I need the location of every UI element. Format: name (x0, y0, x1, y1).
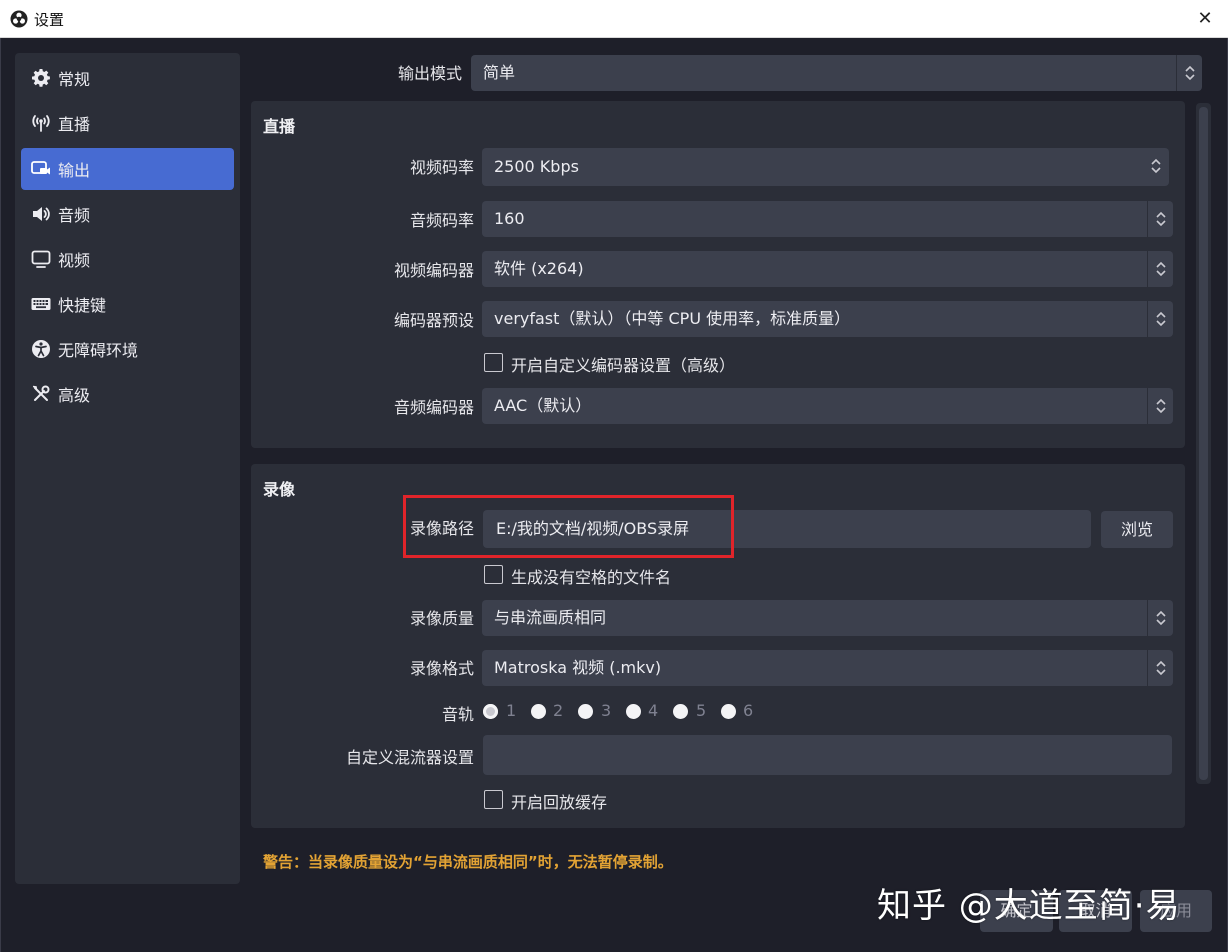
track-radio-1[interactable] (483, 704, 498, 719)
sidebar-item-accessibility[interactable]: 无障碍环境 (21, 328, 234, 370)
sidebar-item-label: 输出 (58, 161, 91, 180)
keyboard-icon (31, 298, 51, 310)
watermark-text: 知乎 @大道至简·易 (877, 886, 1181, 926)
recording-quality-value: 与串流画质相同 (494, 608, 607, 627)
encoder-preset-select[interactable]: veryfast（默认）（中等 CPU 使用率，标准质量） (482, 301, 1173, 337)
recording-format-select[interactable]: Matroska 视频 (.mkv) (482, 650, 1173, 686)
video-encoder-value: 软件 (x264) (494, 259, 584, 278)
video-bitrate-label: 视频码率 (409, 158, 474, 177)
speaker-icon (33, 207, 50, 221)
output-mode-label: 输出模式 (397, 64, 462, 83)
sidebar-item-general[interactable]: 常规 (21, 57, 234, 99)
monitor-icon (31, 250, 51, 268)
sidebar-item-label: 常规 (58, 70, 91, 89)
sidebar-item-label: 视频 (58, 251, 91, 270)
output-mode-value: 简单 (483, 63, 516, 82)
gear-icon (32, 69, 50, 87)
updown-arrows-icon (1147, 201, 1173, 237)
sidebar-item-video[interactable]: 视频 (21, 238, 234, 280)
recording-quality-select[interactable]: 与串流画质相同 (482, 600, 1173, 636)
custom-muxer-label: 自定义混流器设置 (345, 748, 474, 767)
vertical-scrollbar[interactable] (1196, 103, 1211, 784)
track-radio-6[interactable] (721, 704, 736, 719)
updown-arrows-icon (1147, 600, 1173, 636)
sidebar-item-label: 直播 (58, 115, 91, 134)
audio-bitrate-select[interactable]: 160 (482, 201, 1173, 237)
close-icon[interactable]: ✕ (1192, 6, 1218, 32)
track-number: 5 (696, 701, 707, 720)
sidebar-item-label: 音频 (58, 206, 91, 225)
updown-arrows-icon (1147, 650, 1173, 686)
replay-buffer-label: 开启回放缓存 (511, 793, 608, 812)
spinbox-arrows-icon[interactable] (1143, 148, 1169, 186)
video-encoder-select[interactable]: 软件 (x264) (482, 251, 1173, 287)
custom-muxer-field[interactable] (483, 735, 1172, 775)
custom-encoder-checkbox-label: 开启自定义编码器设置（高级） (511, 356, 736, 375)
audio-encoder-label: 音频编码器 (393, 398, 474, 417)
recording-format-value: Matroska 视频 (.mkv) (494, 658, 662, 677)
updown-arrows-icon (1147, 251, 1173, 287)
replay-buffer-checkbox[interactable] (484, 790, 503, 809)
sidebar-item-stream[interactable]: 直播 (21, 102, 234, 144)
sidebar-item-output[interactable]: 输出 (21, 148, 234, 190)
updown-arrows-icon (1147, 388, 1173, 424)
updown-arrows-icon (1147, 301, 1173, 337)
video-bitrate-spinbox[interactable]: 2500 Kbps (482, 148, 1169, 186)
custom-encoder-checkbox[interactable] (484, 353, 503, 372)
scrollbar-thumb[interactable] (1199, 107, 1208, 780)
audio-encoder-value: AAC（默认） (494, 396, 592, 415)
audio-bitrate-value: 160 (494, 209, 525, 228)
output-mode-select[interactable]: 简单 (471, 55, 1202, 91)
recording-format-label: 录像格式 (409, 659, 474, 678)
track-radio-2[interactable] (531, 704, 546, 719)
track-radio-4[interactable] (626, 704, 641, 719)
track-radio-3[interactable] (578, 704, 593, 719)
no-space-filename-checkbox[interactable] (484, 565, 503, 584)
audio-track-label: 音轨 (441, 705, 474, 724)
sidebar-item-audio[interactable]: 音频 (21, 193, 234, 235)
track-number: 2 (553, 701, 564, 720)
tools-icon (32, 385, 50, 401)
accessibility-icon (32, 340, 50, 358)
video-bitrate-value: 2500 Kbps (494, 157, 579, 176)
output-icon (31, 161, 50, 175)
no-space-filename-label: 生成没有空格的文件名 (511, 568, 672, 587)
streaming-group-title: 直播 (263, 117, 296, 136)
track-radio-5[interactable] (673, 704, 688, 719)
recording-quality-label: 录像质量 (409, 609, 474, 628)
browse-button[interactable]: 浏览 (1101, 511, 1173, 548)
sidebar-item-hotkeys[interactable]: 快捷键 (21, 283, 234, 325)
track-number: 4 (648, 701, 659, 720)
recording-group-title: 录像 (263, 480, 296, 499)
audio-encoder-select[interactable]: AAC（默认） (482, 388, 1173, 424)
updown-arrows-icon (1176, 55, 1202, 91)
track-number: 6 (743, 701, 754, 720)
track-number: 1 (506, 701, 517, 720)
title-bar: 设置 ✕ (0, 0, 1228, 38)
antenna-icon (32, 115, 50, 132)
sidebar-item-label: 高级 (58, 386, 91, 405)
obs-logo-icon (10, 10, 28, 28)
video-encoder-label: 视频编码器 (393, 261, 474, 280)
sidebar-item-label: 快捷键 (58, 296, 107, 315)
window-title: 设置 (34, 11, 65, 29)
sidebar-item-label: 无障碍环境 (58, 341, 139, 360)
track-number: 3 (601, 701, 612, 720)
annotation-highlight-box (403, 495, 734, 558)
sidebar: 常规 直播 输出 音频 视频 快捷键 无障碍环境 高级 (15, 53, 240, 884)
encoder-preset-value: veryfast（默认）（中等 CPU 使用率，标准质量） (494, 309, 851, 328)
warning-text: 警告：当录像质量设为“与串流画质相同”时，无法暂停录制。 (263, 853, 673, 871)
encoder-preset-label: 编码器预设 (393, 311, 474, 330)
sidebar-item-advanced[interactable]: 高级 (21, 373, 234, 415)
audio-bitrate-label: 音频码率 (409, 211, 474, 230)
